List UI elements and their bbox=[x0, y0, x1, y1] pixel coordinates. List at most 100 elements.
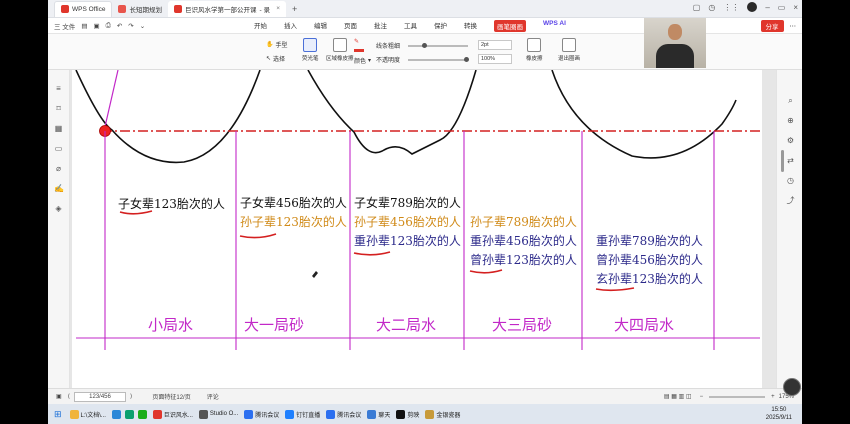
quick-access: 三 文件 ▤ ▣ ⎙ ↶ ↷ ⌄ bbox=[48, 21, 145, 31]
layers-icon[interactable]: ◈ bbox=[54, 204, 63, 213]
browser-icon[interactable] bbox=[111, 409, 121, 419]
presenter-head bbox=[668, 24, 682, 40]
open-icon[interactable]: ▤ bbox=[81, 22, 87, 30]
menu-insert[interactable]: 插入 bbox=[284, 20, 297, 32]
prev-page-icon[interactable]: ⟨ bbox=[68, 393, 70, 400]
zoom-out-icon[interactable]: − bbox=[700, 394, 704, 400]
generation-text: 重孙辈456胎次的人 bbox=[470, 234, 577, 248]
opacity-slider[interactable] bbox=[408, 56, 470, 62]
line-width-slider[interactable] bbox=[408, 42, 469, 48]
clock-time: 15:50 bbox=[771, 407, 787, 413]
undo-icon[interactable]: ↶ bbox=[117, 22, 122, 30]
thumbnail-icon[interactable]: ▦ bbox=[54, 124, 63, 133]
tab-active-pdf[interactable]: 巨识风水学第一部公开课 - 录 × bbox=[167, 0, 286, 17]
history-icon[interactable]: ◷ bbox=[786, 176, 795, 185]
page-number-input[interactable]: 123/456 bbox=[74, 391, 127, 402]
menu-tools[interactable]: 工具 bbox=[404, 20, 417, 32]
tab-wps-office[interactable]: WPS Office bbox=[54, 0, 113, 17]
more-options-icon[interactable]: ⋯ bbox=[790, 22, 797, 30]
save-icon[interactable]: ▣ bbox=[93, 22, 99, 30]
hand-tool[interactable]: ✋ 手型 bbox=[266, 40, 288, 49]
file-menu[interactable]: 三 文件 bbox=[54, 21, 75, 31]
annotation-underline bbox=[353, 251, 391, 256]
taskbar-app[interactable]: L:\文档\... bbox=[69, 409, 106, 419]
line-width-select[interactable]: 2pt bbox=[478, 40, 512, 50]
wechat-icon[interactable] bbox=[137, 409, 147, 419]
menu-edit[interactable]: 编辑 bbox=[314, 20, 327, 32]
start-icon[interactable]: ⊞ bbox=[54, 409, 62, 420]
wps-logo-icon bbox=[61, 5, 69, 13]
attachment-icon[interactable]: ⌀ bbox=[54, 164, 63, 173]
taskbar-app[interactable]: 腾讯会议 bbox=[244, 409, 280, 419]
opacity-select[interactable]: 100% bbox=[478, 54, 512, 64]
taskbar-app[interactable]: 金银瓷器 bbox=[425, 409, 461, 419]
maximize-icon[interactable]: ▭ bbox=[778, 3, 786, 12]
more-icon[interactable]: ⌄ bbox=[140, 22, 145, 30]
print-icon[interactable]: ⎙ bbox=[106, 22, 111, 30]
select-tool[interactable]: ↖ 选择 bbox=[266, 54, 285, 63]
zoom-icon[interactable]: ⊕ bbox=[786, 116, 795, 125]
taskbar-app[interactable]: 剪映 bbox=[396, 409, 419, 419]
slider-knob[interactable] bbox=[422, 42, 428, 48]
redo-icon[interactable]: ↷ bbox=[128, 22, 133, 30]
bookmark-icon[interactable]: ⌑ bbox=[54, 104, 63, 113]
edge-icon[interactable] bbox=[124, 409, 134, 419]
menu-wps-ai[interactable]: WPS AI bbox=[543, 20, 566, 32]
menu-page[interactable]: 页面 bbox=[344, 20, 357, 32]
meeting-icon bbox=[244, 409, 254, 419]
eraser-button[interactable]: 橡皮擦 bbox=[526, 38, 543, 62]
slider-knob[interactable] bbox=[464, 56, 470, 62]
line-width-label: 线条粗细 bbox=[376, 44, 401, 50]
taskbar-label: 腾讯会议 bbox=[255, 412, 280, 419]
share-button[interactable]: 分享 bbox=[760, 19, 784, 32]
history-icon[interactable]: ◷ bbox=[708, 3, 715, 12]
tab-document-2[interactable]: 长短期规划 bbox=[112, 1, 168, 17]
taskbar-label: 金银瓷器 bbox=[436, 412, 461, 419]
close-window-icon[interactable]: × bbox=[793, 3, 798, 12]
taskbar-app[interactable]: Studio O... bbox=[198, 409, 238, 419]
signature-icon[interactable]: ✍ bbox=[54, 184, 64, 193]
user-avatar[interactable] bbox=[747, 2, 758, 12]
presenter-body bbox=[656, 44, 694, 68]
share-icon[interactable]: ⤴ bbox=[786, 196, 795, 205]
menu-start[interactable]: 开始 bbox=[254, 20, 267, 32]
exit-annotate-button[interactable]: 退出圈画 bbox=[558, 38, 580, 62]
settings-icon[interactable]: ⚙ bbox=[786, 136, 795, 145]
menu-comment[interactable]: 批注 bbox=[374, 20, 387, 32]
tab-label: 长短期规划 bbox=[129, 6, 162, 14]
comment-status[interactable]: 评论 bbox=[207, 392, 219, 401]
taskbar-app[interactable]: 聊天 bbox=[367, 409, 391, 419]
next-page-icon[interactable]: ⟩ bbox=[130, 393, 132, 400]
color-dropdown[interactable]: 颜色 ▾ bbox=[354, 56, 371, 65]
outline-icon[interactable]: ≡ bbox=[54, 84, 63, 93]
new-tab-icon[interactable]: + bbox=[292, 4, 297, 14]
minimize-icon[interactable]: – bbox=[765, 3, 769, 12]
vertical-scrollbar[interactable] bbox=[781, 150, 784, 172]
layout-icon[interactable]: ▢ bbox=[693, 3, 701, 12]
window-controls: ▢ ◷ ⋮⋮ – ▭ × bbox=[693, 2, 798, 12]
title-bar: WPS Office 长短期规划 巨识风水学第一部公开课 - 录 × + ▢ ◷… bbox=[48, 0, 802, 18]
zoom-slider[interactable] bbox=[709, 395, 766, 398]
taskbar-app[interactable]: 腾讯会议 bbox=[326, 409, 361, 419]
sidebar-toggle-icon[interactable]: ▣ bbox=[56, 393, 62, 400]
translate-icon[interactable]: ⇄ bbox=[786, 156, 795, 165]
menu-protect[interactable]: 保护 bbox=[434, 20, 447, 32]
document-canvas[interactable]: 子女辈123胎次的人 子女辈456胎次的人 孙子辈123胎次的人 子女辈789胎… bbox=[70, 70, 776, 388]
taskbar-label: 聊天 bbox=[378, 412, 391, 419]
close-tab-icon[interactable]: × bbox=[276, 5, 280, 12]
view-mode-icons[interactable]: ▤ ▦ ▥ ◫ bbox=[664, 393, 692, 400]
search-icon[interactable]: ⌕ bbox=[786, 96, 795, 105]
menu-pen-annotate[interactable]: 画笔圈画 bbox=[494, 19, 526, 32]
taskbar-app[interactable]: 钉钉直播 bbox=[285, 409, 320, 419]
zoom-in-icon[interactable]: + bbox=[771, 394, 775, 400]
menu-convert[interactable]: 转换 bbox=[464, 20, 477, 32]
area-eraser-button[interactable]: 区域橡皮擦 bbox=[326, 38, 354, 62]
comment-icon[interactable]: ▭ bbox=[54, 144, 63, 153]
highlighter-button[interactable]: 荧光笔 bbox=[302, 38, 319, 62]
opacity-control: 不透明度 bbox=[376, 55, 470, 64]
color-picker[interactable]: ✎ bbox=[354, 38, 359, 45]
system-clock[interactable]: 15:50 2025/9/11 bbox=[766, 406, 792, 422]
taskbar-app[interactable]: 巨识风水... bbox=[152, 409, 193, 419]
apps-icon[interactable]: ⋮⋮ bbox=[723, 3, 739, 12]
highlighter-icon bbox=[303, 38, 318, 52]
